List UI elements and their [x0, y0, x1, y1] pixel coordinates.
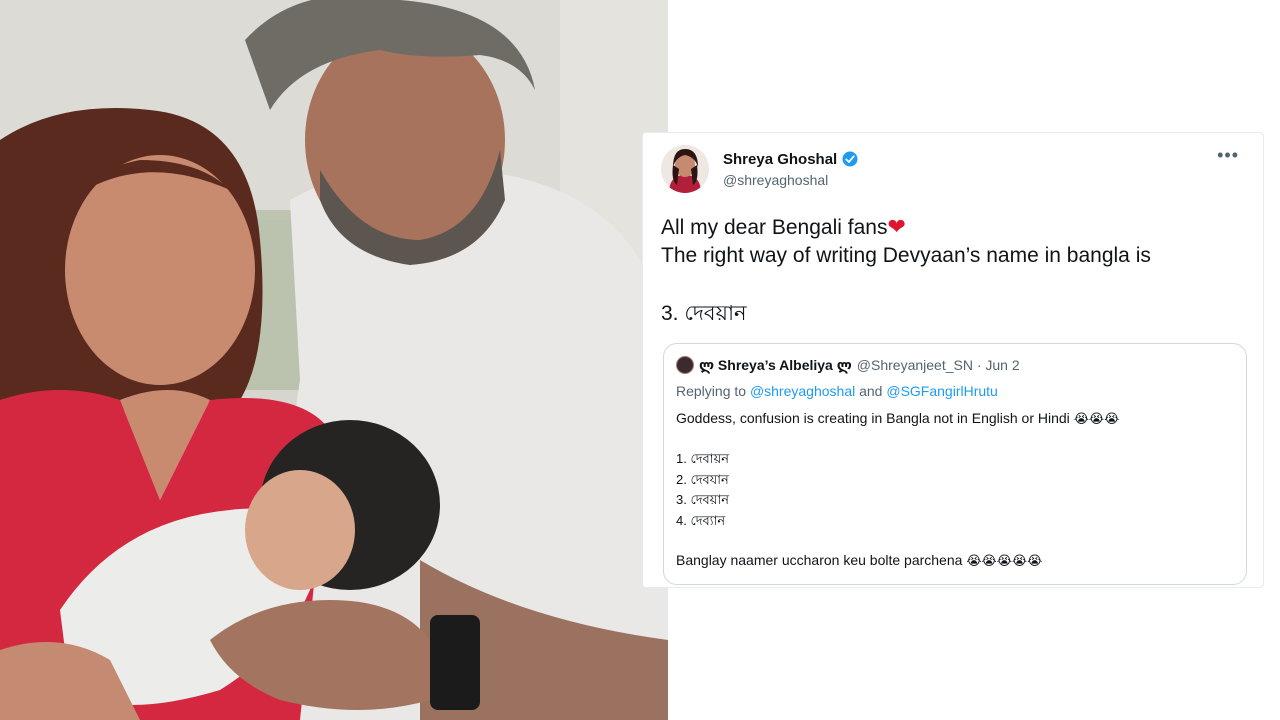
red-heart-icon: ❤ [887, 214, 906, 239]
list-item: 1. দেবায়ন [676, 451, 729, 466]
tweet-card[interactable]: Shreya Ghoshal @shreyaghoshal ••• All my… [642, 132, 1264, 588]
quoted-text-body: Goddess, confusion is creating in Bangla… [676, 410, 1070, 426]
list-item: 4. দেব্যান [676, 512, 726, 528]
author-display-name[interactable]: Shreya Ghoshal [723, 151, 837, 168]
quoted-author-name[interactable]: ლ Shreya’s Albeliya ლ [699, 357, 852, 374]
quoted-author-meta[interactable]: @Shreyanjeet_SN · Jun 2 [857, 357, 1020, 373]
quoted-tweet-text: Goddess, confusion is creating in Bangla… [676, 408, 1236, 429]
reply-mention-1[interactable]: @shreyaghoshal [750, 383, 855, 399]
crying-emoji-icons: 😭😭😭😭😭 [966, 553, 1043, 568]
author-handle[interactable]: @shreyaghoshal [723, 172, 828, 188]
tweet-body: All my dear Bengali fans❤ The right way … [661, 213, 1251, 328]
quoted-last-line-text: Banglay naamer uccharon keu bolte parche… [676, 552, 963, 568]
author-name-row[interactable]: Shreya Ghoshal [723, 150, 859, 168]
quoted-tweet-last-line: Banglay naamer uccharon keu bolte parche… [676, 552, 1042, 569]
replying-to-prefix: Replying to [676, 383, 747, 399]
spelling-options-list: 1. দেবায়ন 2. দেবযান 3. দেবয়ান 4. দেব্য… [676, 449, 729, 531]
reply-mention-2[interactable]: @SGFangirlHrutu [886, 383, 997, 399]
avatar-image [661, 145, 709, 193]
family-photo-illustration [0, 0, 668, 720]
more-options-icon[interactable]: ••• [1217, 145, 1239, 166]
verified-badge-icon [842, 151, 858, 167]
quoted-author-avatar[interactable] [676, 356, 694, 374]
list-item: 2. দেবযান [676, 471, 729, 487]
tweet-line-1-text: All my dear Bengali fans [661, 216, 888, 239]
family-photo [0, 0, 668, 720]
quoted-tweet[interactable]: ლ Shreya’s Albeliya ლ @Shreyanjeet_SN · … [663, 343, 1247, 585]
tweet-line-1: All my dear Bengali fans❤ [661, 213, 1251, 242]
tweet-line-3: 3. দেবয়ান [661, 302, 747, 325]
tweet-line-2: The right way of writing Devyaan’s name … [661, 244, 1151, 267]
replying-to-and: and [859, 383, 883, 399]
replying-to: Replying to @shreyaghoshal and @SGFangir… [676, 383, 998, 399]
author-avatar[interactable] [661, 145, 709, 193]
crying-emoji-icons: 😭😭😭 [1073, 411, 1120, 426]
quoted-tweet-header: ლ Shreya’s Albeliya ლ @Shreyanjeet_SN · … [676, 356, 1020, 374]
list-item: 3. দেবয়ান [676, 492, 729, 507]
